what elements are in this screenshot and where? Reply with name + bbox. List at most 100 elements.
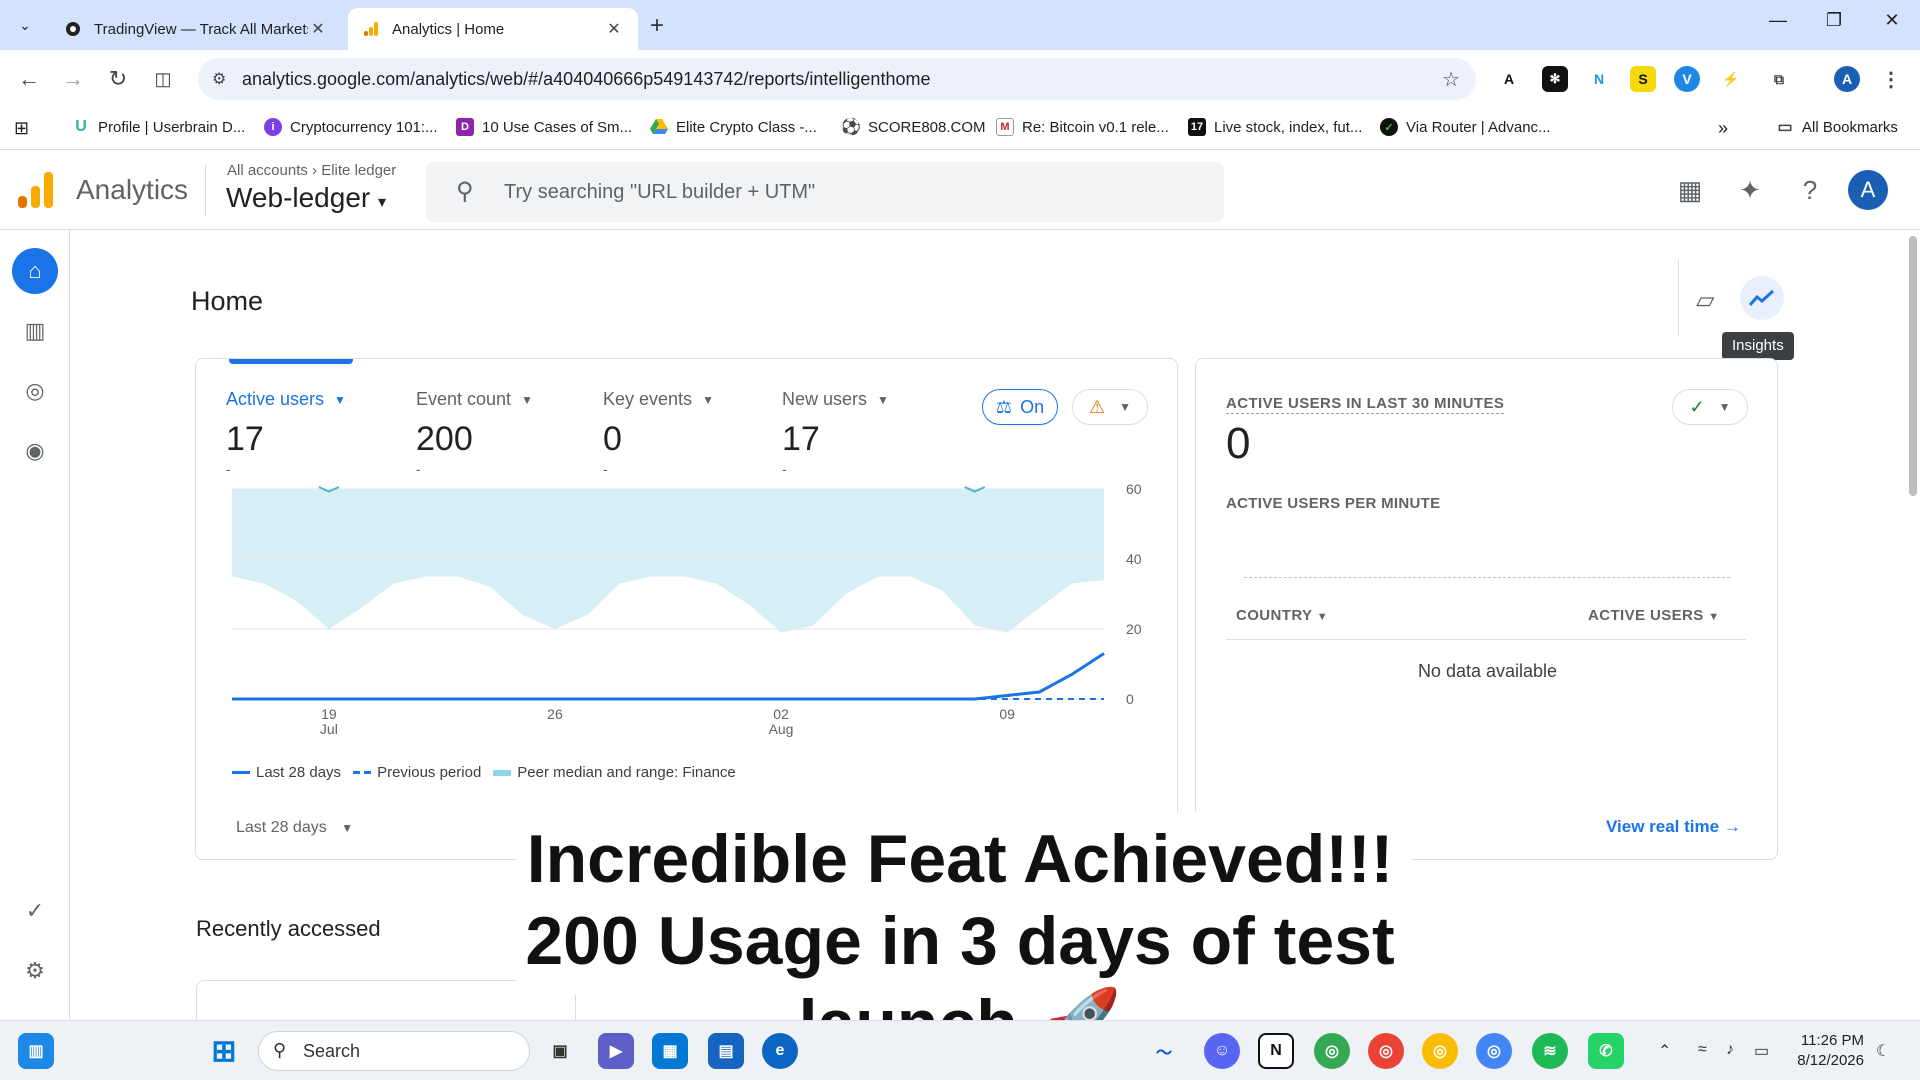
close-window-icon[interactable]: ✕ [1872,10,1912,31]
store-icon[interactable]: ▦ [652,1033,688,1069]
new-tab-button[interactable]: + [650,12,664,40]
x-tick-label: 02 [773,706,789,722]
notifications-icon[interactable]: ☾ [1876,1041,1890,1061]
realtime-title[interactable]: ACTIVE USERS IN LAST 30 MINUTES [1226,395,1505,414]
breadcrumb[interactable]: All accounts › Elite ledger [227,162,396,179]
taskbar-search[interactable]: ⚲ Search [258,1031,530,1071]
reload-icon[interactable]: ↻ [103,64,133,94]
bookmark-item[interactable]: i Cryptocurrency 101:... [264,118,438,136]
chrome-profile-2-icon[interactable]: ◎ [1368,1033,1404,1069]
insights-icon[interactable] [1740,276,1784,320]
advertising-nav-icon[interactable]: ◉ [12,428,58,474]
metric-new-users[interactable]: New users ▼ 17 - [782,389,889,477]
realtime-status-chip[interactable]: ✓ ▼ [1672,389,1748,425]
bookmark-item[interactable]: U Profile | Userbrain D... [72,118,245,136]
extensions-puzzle-icon[interactable]: ⧉ [1766,66,1792,92]
tab-tradingview[interactable]: TradingView — Track All Markets ✕ [50,8,342,50]
chrome-icon[interactable]: ◎ [1314,1033,1350,1069]
tab-analytics[interactable]: Analytics | Home ✕ [348,8,638,50]
active-users-column-header[interactable]: ACTIVE USERS ▼ [1588,607,1720,624]
extension-s-icon[interactable]: S [1630,66,1656,92]
apps-icon[interactable]: ▦ [1672,172,1708,208]
close-tab-icon[interactable]: ✕ [604,19,624,39]
reports-nav-icon[interactable]: ▥ [12,308,58,354]
wave-app-icon[interactable]: 〜 [1146,1033,1182,1069]
bookmark-item[interactable]: 17 Live stock, index, fut... [1188,118,1362,136]
help-icon[interactable]: ? [1792,172,1828,208]
all-bookmarks-button[interactable]: ▭ All Bookmarks [1776,118,1897,137]
scrollbar-thumb[interactable] [1909,236,1917,496]
metric-value: 0 [603,420,622,458]
bookmark-item[interactable]: M Re: Bitcoin v0.1 rele... [996,118,1169,136]
chrome-profile-3-icon[interactable]: ◎ [1422,1033,1458,1069]
last-28-days-line [232,652,1105,701]
task-view-icon[interactable]: ▣ [542,1033,578,1069]
more-bookmarks-icon[interactable]: » [1718,118,1728,139]
benchmark-toggle[interactable]: ⚖ On [982,389,1058,425]
metric-value: 200 [416,420,473,458]
check-icon: ✓ [1380,118,1398,136]
note-icon[interactable]: ▱ [1696,286,1714,315]
chevron-down-icon: ▼ [1316,611,1329,623]
home-nav-icon[interactable]: ⌂ [12,248,58,294]
chevron-down-icon: ▾ [378,194,387,211]
search-input[interactable]: ⚲ Try searching "URL builder + UTM" [426,162,1224,222]
restore-icon[interactable]: ❐ [1814,10,1854,31]
notion-icon[interactable]: N [1258,1033,1294,1069]
url-text: analytics.google.com/analytics/web/#/a40… [242,68,931,89]
widgets-icon[interactable]: ▥ [18,1033,54,1069]
whatsapp-icon[interactable]: ✆ [1588,1033,1624,1069]
extension-leaf-icon[interactable]: ⚡ [1718,66,1744,92]
metric-event-count[interactable]: Event count ▼ 200 - [416,389,533,477]
header-divider [205,164,206,216]
table-divider [1226,639,1746,640]
chevron-down-icon: ▼ [702,392,714,407]
country-column-header[interactable]: COUNTRY ▼ [1236,607,1328,624]
teams-icon[interactable]: ▶ [598,1033,634,1069]
minimize-icon[interactable]: — [1758,10,1798,31]
chrome-profile-4-icon[interactable]: ◎ [1476,1033,1512,1069]
extension-v-icon[interactable]: V [1674,66,1700,92]
close-tab-icon[interactable]: ✕ [308,19,328,39]
userbrain-icon: U [75,118,87,135]
bookmark-item[interactable]: ⚽ SCORE808.COM [841,118,986,137]
solid-line-swatch [232,771,250,774]
spotify-icon[interactable]: ≋ [1532,1033,1568,1069]
tradingview-favicon-icon [64,20,82,38]
extension-n-icon[interactable]: N [1586,66,1612,92]
split-view-icon[interactable]: ◫ [148,64,178,94]
volume-icon[interactable]: ♪ [1726,1041,1734,1059]
bookmark-star-icon[interactable]: ☆ [1442,67,1460,92]
metric-key-events[interactable]: Key events ▼ 0 - [603,389,714,477]
search-insights-icon[interactable]: ✦ [1732,172,1768,208]
band-swatch [493,769,512,776]
start-icon[interactable]: ⊞ [206,1033,242,1069]
wifi-icon[interactable]: ≈ [1698,1041,1707,1059]
chrome-profile-avatar[interactable]: A [1834,66,1860,92]
property-selector[interactable]: Web-ledger ▾ [226,182,386,214]
tray-chevron-up-icon[interactable]: ⌃ [1658,1041,1671,1061]
data-quality-chip[interactable]: ⚠ ▼ [1072,389,1148,425]
tab-search-button[interactable]: ⌄ [10,10,40,40]
battery-icon[interactable]: ▭ [1754,1041,1769,1061]
account-avatar[interactable]: A [1848,170,1888,210]
edge-icon[interactable]: e [762,1033,798,1069]
discord-icon[interactable]: ☺ [1204,1033,1240,1069]
chrome-menu-icon[interactable]: ⋮ [1878,66,1904,92]
taskbar-clock[interactable]: 11:26 PM 8/12/2026 [1794,1031,1864,1071]
extension-a-icon[interactable]: A [1496,66,1522,92]
file-explorer-icon[interactable]: ▤ [708,1033,744,1069]
x-tick-month: Jul [320,721,338,737]
soccer-ball-icon: ⚽ [841,119,861,136]
bookmark-item[interactable]: ✓ Via Router | Advanc... [1380,118,1551,136]
back-icon[interactable]: ← [14,64,44,94]
site-settings-icon[interactable]: ⚙ [212,69,226,89]
forward-icon[interactable]: → [58,64,88,94]
address-bar[interactable]: ⚙ analytics.google.com/analytics/web/#/a… [198,58,1476,100]
apps-grid-icon[interactable]: ⊞ [14,118,29,139]
bookmark-item[interactable]: Elite Crypto Class -... [650,118,817,136]
explore-nav-icon[interactable]: ◎ [12,368,58,414]
metric-active-users[interactable]: Active users ▼ 17 - [226,389,346,477]
extension-snowflake-icon[interactable]: ✻ [1542,66,1568,92]
bookmark-item[interactable]: D 10 Use Cases of Sm... [456,118,632,136]
